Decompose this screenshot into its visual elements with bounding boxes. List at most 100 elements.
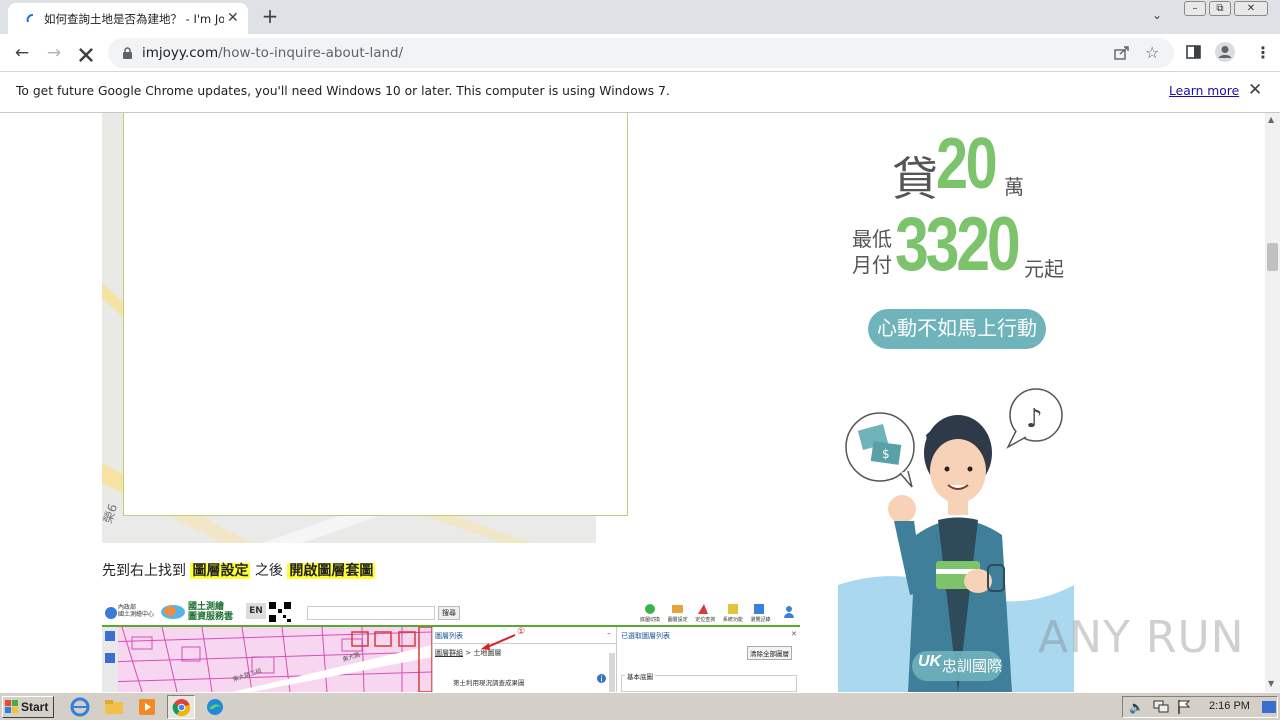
shot-tool-label: 圖層設定 [667,617,688,623]
service-brand-1: 國土測繪 [188,602,225,612]
page-scrollbar[interactable]: ▲ ▼ [1265,113,1280,692]
ad-cta-button[interactable]: 心動不如馬上行動 [868,309,1046,349]
shot-panel-item: 第土利用現況調查成果圖 [453,679,525,687]
qr-code-icon [268,601,292,623]
address-bar[interactable]: imjoyy.com/how-to-inquire-about-land/ ☆ [108,38,1174,68]
shot-user-icon [784,606,794,618]
tab-search-chevron-icon[interactable]: ⌄ [1152,8,1162,22]
tab-close-icon[interactable]: ✕ [227,10,239,26]
shot-tool-label: 瀏覽記錄 [750,617,771,623]
ad-monthly-amount: 3320 [895,202,1021,287]
edge-icon[interactable] [203,697,227,717]
service-brand-2: 圖資服務雲 [188,612,234,622]
shot-search-button: 搜尋 [438,606,460,620]
infobar-message: To get future Google Chrome updates, you… [16,84,670,98]
browser-toolbar: ← → imjoyy.com/how-to-inquire-about-land… [0,34,1280,72]
url-text[interactable]: imjoyy.com/how-to-inquire-about-land/ [142,45,403,61]
ad-loan-amount: 20 [936,124,998,204]
bookmark-star-icon[interactable]: ☆ [1145,43,1159,62]
new-tab-button[interactable]: + [258,4,282,28]
web-page: 榮6 先到右上找到 圖層設定 之後 開啟圖層套圖 內政部 國土測繪中心 國土測繪圖… [0,113,1265,692]
shot-panel-scrollbar [609,653,615,692]
action-center-flag-icon[interactable] [1177,699,1191,715]
show-desktop-icon[interactable] [1262,701,1276,713]
shot-selected-panel: 已選取圖層列表 ✕ 清除全部圖層 基本底圖 [616,627,800,692]
windows-logo-icon [5,700,18,713]
caption-highlight-layer-settings: 圖層設定 [190,563,251,579]
shot-basemap-label: 基本底圖 [625,671,655,681]
shot-clear-layers-button: 清除全部圖層 [747,646,792,660]
tutorial-screenshot: 內政部 國土測繪中心 國土測繪 圖資服務雲 EN 搜尋 底圖切換 圖層設定 定位查詢… [102,600,800,692]
loan-ad-banner[interactable]: 貸 20 萬 最低 月付 3320 元起 心動不如馬上行動 $ ♪ UK 忠訓國… [838,113,1074,692]
ad-min-monthly-label: 最低 月付 [852,227,892,279]
profile-avatar-icon[interactable] [1214,41,1236,63]
shot-selected-close-icon: ✕ [791,630,797,638]
service-brand: 國土測繪 圖資服務雲 [188,602,233,622]
shot-red-arrow-icon [481,634,516,650]
shot-cadastral-map [102,627,432,692]
internet-explorer-icon[interactable] [68,697,92,717]
cloud-logo-icon [161,605,185,619]
ministry-title-1: 內政部 [118,604,137,611]
ad-loan-unit: 萬 [1004,177,1024,199]
english-toggle: EN [246,603,266,619]
stop-loading-icon[interactable] [75,44,97,66]
scrollbar-thumb[interactable] [1267,243,1278,271]
chrome-taskbar-button[interactable] [167,695,195,719]
shot-tool-label: 定位查詢 [695,617,716,623]
kebab-menu-icon[interactable]: ⋮ [1255,43,1271,62]
shot-crumb-link: 圖層群組 [435,649,463,657]
scroll-up-arrow-icon[interactable]: ▲ [1268,115,1274,124]
share-icon[interactable] [1114,46,1130,60]
anyrun-watermark: ANY RUN [1038,612,1245,663]
shot-tool-label: 底圖切換 [640,617,661,623]
shot-info-icon [597,674,606,683]
shot-tool-labels: 底圖切換 圖層設定 定位查詢 系統功能 瀏覽記錄 [640,616,770,623]
learn-more-link[interactable]: Learn more [1169,84,1239,98]
ministry-logo-icon [105,607,117,619]
map-image: 榮6 [102,113,628,543]
shot-layer-panel: 圖層列表 – 圖層群組 > 土地圖層 ① 第土利用現況調查成果圖 [432,627,616,692]
side-panel-icon[interactable] [1186,45,1201,59]
shot-panel-divider [433,643,616,644]
browser-tab[interactable]: 如何查詢土地是否為建地？ - I'm Joy ✕ [8,3,248,34]
caption-prefix: 先到右上找到 [102,563,186,579]
update-infobar: To get future Google Chrome updates, you… [0,72,1280,113]
network-icon[interactable] [1153,700,1169,714]
shot-search-input [307,606,435,620]
url-domain: imjoyy.com [142,45,219,61]
shot-tool-label: 系統功能 [722,617,743,623]
shot-panel-collapse-icon: – [607,629,611,638]
tab-strip: 如何查詢土地是否為建地？ - I'm Joy ✕ + ⌄ – ⧉ ✕ [0,0,1280,34]
forward-arrow-icon[interactable]: → [43,42,65,64]
shot-step-marker: ① [517,627,526,637]
ministry-title: 內政部 國土測繪中心 [118,604,154,618]
window-close-button[interactable]: ✕ [1234,1,1268,16]
back-arrow-icon[interactable]: ← [11,42,33,64]
url-path: /how-to-inquire-about-land/ [218,45,404,61]
caption-mid: 之後 [254,563,283,579]
file-explorer-icon[interactable] [102,697,126,717]
system-tray: 🔈 [1122,696,1278,718]
media-player-icon[interactable] [135,697,159,717]
ministry-title-2: 國土測繪中心 [118,611,155,618]
loading-spinner-icon [26,14,34,23]
windows-taskbar: Start 🔈 2:16 PM [0,692,1280,720]
ad-min-2: 月付 [852,255,892,277]
infobar-close-icon[interactable]: ✕ [1248,80,1262,100]
map-embed-frame [123,113,628,516]
svg-text:$: $ [882,447,890,461]
ad-brand-mark: UK [918,653,942,670]
svg-text:♪: ♪ [1026,404,1043,434]
ad-min-1: 最低 [852,229,892,251]
ad-monthly-suffix: 元起 [1024,259,1064,281]
lock-icon[interactable] [122,47,133,60]
minimize-button[interactable]: – [1184,1,1206,16]
caption-highlight-open-overlay: 開啟圖層套圖 [287,563,376,579]
taskbar-clock[interactable]: 2:16 PM [1209,700,1250,712]
scroll-down-arrow-icon[interactable]: ▼ [1268,679,1274,688]
step-caption: 先到右上找到 圖層設定 之後 開啟圖層套圖 [102,560,376,580]
start-button[interactable]: Start [2,696,54,718]
restore-button[interactable]: ⧉ [1209,1,1231,16]
volume-icon[interactable]: 🔈 [1129,700,1144,714]
